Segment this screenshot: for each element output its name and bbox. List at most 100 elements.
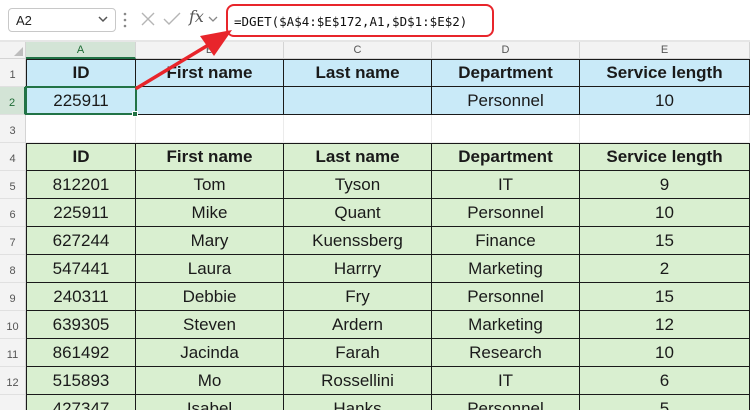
table-cell[interactable]: 15 [580,227,750,255]
table-cell[interactable]: Research [432,339,580,367]
cell-b1[interactable]: First name [136,59,284,87]
table-cell[interactable]: 225911 [26,199,136,227]
formula-bar: A2 fx =DGET($A$4:$E$172,A1,$D$1:$E$2) [0,0,750,40]
formula-input[interactable]: =DGET($A$4:$E$172,A1,$D$1:$E$2) [226,4,494,37]
row-header-11[interactable]: 11 [0,339,26,367]
cell-a3[interactable] [26,115,136,143]
table-cell[interactable]: 15 [580,283,750,311]
empty-row [26,115,750,143]
table-cell[interactable]: Mo [136,367,284,395]
table-cell[interactable]: Mary [136,227,284,255]
table-cell[interactable]: 240311 [26,283,136,311]
criteria-header-row: ID First name Last name Department Servi… [26,59,750,87]
table-cell[interactable]: Marketing [432,311,580,339]
table-cell[interactable]: Personnel [432,283,580,311]
column-header-d[interactable]: D [432,42,580,59]
table-cell[interactable]: Mike [136,199,284,227]
select-all-triangle-icon [14,47,23,56]
select-all-button[interactable] [0,42,26,59]
cell-d1[interactable]: Department [432,59,580,87]
table-cell[interactable]: Personnel [432,199,580,227]
table-cell[interactable]: Hanks [284,395,432,410]
cell-c2[interactable] [284,87,432,115]
table-cell[interactable]: 515893 [26,367,136,395]
table-cell[interactable]: Steven [136,311,284,339]
cell-d4[interactable]: Department [432,143,580,171]
cell-c4[interactable]: Last name [284,143,432,171]
cell-b3[interactable] [136,115,284,143]
row-header-7[interactable]: 7 [0,227,26,255]
table-cell[interactable]: Fry [284,283,432,311]
table-cell[interactable]: 9 [580,171,750,199]
table-cell[interactable]: 861492 [26,339,136,367]
table-cell[interactable]: Jacinda [136,339,284,367]
table-cell[interactable]: Ardern [284,311,432,339]
table-cell[interactable]: Debbie [136,283,284,311]
table-row: 639305 Steven Ardern Marketing 12 [26,311,750,339]
row-header-12[interactable]: 12 [0,367,26,395]
table-cell[interactable]: Personnel [432,395,580,410]
row-header-8[interactable]: 8 [0,255,26,283]
table-row: 225911 Mike Quant Personnel 10 [26,199,750,227]
worksheet-grid[interactable]: A B C D E 1 2 3 4 5 6 7 8 9 10 11 12 ID … [0,42,750,410]
table-cell[interactable]: IT [432,171,580,199]
insert-function-icon[interactable]: fx [189,7,204,26]
cell-a4[interactable]: ID [26,143,136,171]
column-header-e[interactable]: E [580,42,750,59]
checkmark-icon[interactable] [163,11,181,27]
row-header-5[interactable]: 5 [0,171,26,199]
row-header-3[interactable]: 3 [0,115,26,143]
row-header-6[interactable]: 6 [0,199,26,227]
row-header-9[interactable]: 9 [0,283,26,311]
table-cell[interactable]: 812201 [26,171,136,199]
table-cell[interactable]: Quant [284,199,432,227]
column-header-c[interactable]: C [284,42,432,59]
cell-e2[interactable]: 10 [580,87,750,115]
row-header-2[interactable]: 2 [0,87,26,115]
cell-c3[interactable] [284,115,432,143]
table-row: 240311 Debbie Fry Personnel 15 [26,283,750,311]
cell-c1[interactable]: Last name [284,59,432,87]
row-header-4[interactable]: 4 [0,143,26,171]
table-cell[interactable]: 10 [580,339,750,367]
table-cell[interactable]: 2 [580,255,750,283]
cell-d3[interactable] [432,115,580,143]
chevron-down-icon[interactable] [97,12,109,26]
table-cell[interactable]: 427347 [26,395,136,410]
cell-a2[interactable]: 225911 [26,87,136,115]
table-cell[interactable]: 12 [580,311,750,339]
table-cell[interactable]: 627244 [26,227,136,255]
cell-d2[interactable]: Personnel [432,87,580,115]
table-cell[interactable]: Tyson [284,171,432,199]
table-cell[interactable]: IT [432,367,580,395]
table-cell[interactable]: 6 [580,367,750,395]
table-cell[interactable]: 639305 [26,311,136,339]
table-cell[interactable]: Laura [136,255,284,283]
table-cell[interactable]: Farah [284,339,432,367]
table-cell[interactable]: Finance [432,227,580,255]
table-cell[interactable]: Tom [136,171,284,199]
table-cell[interactable]: Rossellini [284,367,432,395]
cell-e3[interactable] [580,115,750,143]
fill-handle[interactable] [132,111,138,117]
chevron-down-icon[interactable] [208,14,218,24]
table-cell[interactable]: 10 [580,199,750,227]
table-cell[interactable]: Isabel [136,395,284,410]
table-cell[interactable]: 5 [580,395,750,410]
cell-b4[interactable]: First name [136,143,284,171]
column-header-a[interactable]: A [26,42,136,59]
cell-e1[interactable]: Service length [580,59,750,87]
table-cell[interactable]: Harrry [284,255,432,283]
cell-a1[interactable]: ID [26,59,136,87]
cancel-icon[interactable] [140,11,156,27]
name-box[interactable]: A2 [8,8,116,32]
cell-e4[interactable]: Service length [580,143,750,171]
cell-b2[interactable] [136,87,284,115]
column-header-b[interactable]: B [136,42,284,59]
table-cell[interactable]: Marketing [432,255,580,283]
row-header-13[interactable] [0,395,26,410]
row-header-1[interactable]: 1 [0,59,26,87]
table-cell[interactable]: Kuenssberg [284,227,432,255]
row-header-10[interactable]: 10 [0,311,26,339]
table-cell[interactable]: 547441 [26,255,136,283]
